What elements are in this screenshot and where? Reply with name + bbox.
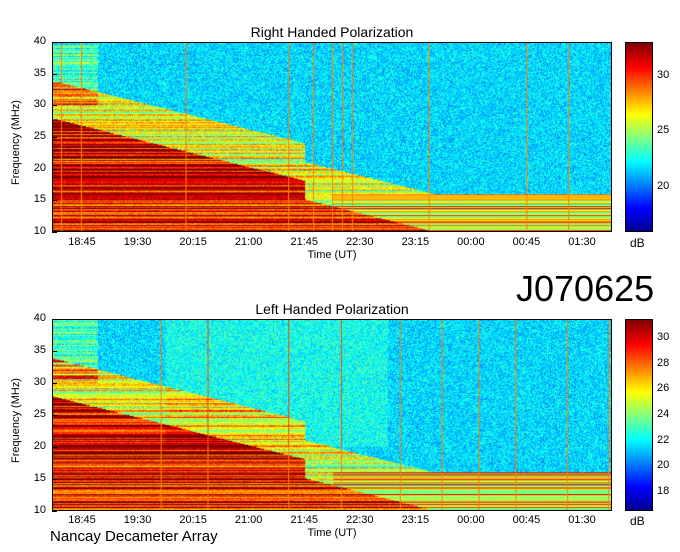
footer-label: Nancay Decameter Array	[50, 528, 218, 545]
lh-y-tick-label: 15	[33, 472, 46, 484]
rh-spectrogram-canvas	[53, 43, 611, 231]
rh-x-tick-label: 00:00	[457, 236, 485, 248]
rh-y-tick-mark	[52, 169, 57, 170]
rh-colorbar-tick-label: 30	[657, 68, 670, 81]
rh-y-tick-label: 35	[33, 66, 46, 79]
rh-colorbar-tick-label: 25	[657, 124, 670, 137]
lh-x-tick-label: 00:00	[457, 514, 485, 526]
rh-y-tick-label: 10	[33, 225, 46, 237]
lh-colorbar-tick-label: 26	[657, 382, 670, 395]
lh-x-tick-label: 21:00	[234, 514, 263, 526]
rh-x-tick-label: 22:30	[346, 236, 374, 248]
rh-y-tick-label: 40	[33, 35, 46, 47]
lh-y-tick-label: 25	[33, 408, 46, 420]
lh-y-tick-mark	[52, 511, 57, 512]
rh-x-tick-label: 00:45	[512, 236, 541, 248]
lh-y-tick-mark	[52, 319, 57, 320]
lh-spectrogram	[52, 319, 612, 511]
rh-colorbar	[625, 42, 653, 232]
lh-colorbar-tick-label: 30	[657, 331, 670, 344]
lh-y-tick-mark	[52, 383, 57, 384]
lh-y-tick-mark	[52, 479, 57, 480]
lh-x-tick-label: 23:15	[401, 514, 430, 526]
rh-y-tick-mark	[52, 200, 57, 201]
lh-colorbar-tick-label: 22	[657, 433, 670, 446]
rh-colorbar-unit: dB	[630, 236, 645, 250]
lh-y-tick-mark	[52, 351, 57, 352]
lh-colorbar-tick-label: 20	[657, 459, 670, 472]
lh-y-tick-label: 10	[33, 504, 46, 516]
lh-colorbar-unit: dB	[630, 514, 645, 528]
rh-y-tick-label: 25	[33, 130, 46, 142]
lh-colorbar-tick-label: 24	[657, 408, 670, 420]
lh-y-tick-label: 35	[33, 344, 46, 356]
rh-y-tick-mark	[52, 232, 57, 233]
lh-x-tick-label: 20:15	[179, 514, 207, 526]
lh-x-tick-label: 22:30	[346, 514, 374, 526]
rh-x-tick-label: 18:45	[68, 236, 96, 248]
lh-x-tick-label: 19:30	[123, 514, 152, 526]
rh-x-tick-label: 19:30	[123, 236, 152, 248]
lh-y-tick-label: 30	[33, 376, 46, 388]
rh-spectrogram	[52, 42, 612, 232]
lh-colorbar-tick-label: 28	[657, 356, 670, 369]
rh-x-tick-label: 21:45	[290, 236, 318, 248]
rh-x-tick-label: 21:00	[234, 236, 263, 248]
rh-colorbar-tick-label: 20	[657, 180, 670, 193]
lh-colorbar	[625, 319, 653, 511]
lh-y-tick-mark	[52, 415, 57, 416]
lh-y-tick-label: 20	[33, 440, 46, 452]
lh-x-axis-label: Time (UT)	[307, 527, 357, 539]
lh-x-tick-label: 00:45	[512, 514, 541, 526]
lh-y-tick-label: 40	[33, 312, 46, 324]
lh-y-axis-label: Frequency (MHz)	[10, 378, 22, 463]
rh-x-tick-label: 20:15	[179, 236, 207, 248]
lh-chart-title: Left Handed Polarization	[255, 301, 409, 317]
rh-x-tick-label: 23:15	[401, 236, 430, 248]
lh-x-tick-label: 18:45	[68, 514, 96, 526]
lh-colorbar-tick-label: 18	[657, 484, 670, 497]
rh-y-tick-label: 30	[33, 98, 46, 111]
rh-y-tick-mark	[52, 74, 57, 75]
rh-chart-title: Right Handed Polarization	[250, 24, 414, 40]
lh-x-tick-label: 21:45	[290, 514, 318, 526]
lh-spectrogram-canvas	[53, 320, 611, 510]
lh-y-tick-mark	[52, 447, 57, 448]
rh-x-axis-label: Time (UT)	[307, 249, 357, 261]
lh-x-tick-label: 01:30	[568, 514, 596, 526]
rh-y-tick-mark	[52, 42, 57, 43]
rh-x-tick-label: 01:30	[568, 236, 596, 248]
rh-y-tick-label: 15	[33, 193, 46, 206]
rh-y-tick-mark	[52, 137, 57, 138]
rh-y-axis-label: Frequency (MHz)	[10, 100, 22, 185]
rh-y-tick-mark	[52, 105, 57, 106]
rh-y-tick-label: 20	[33, 161, 46, 174]
